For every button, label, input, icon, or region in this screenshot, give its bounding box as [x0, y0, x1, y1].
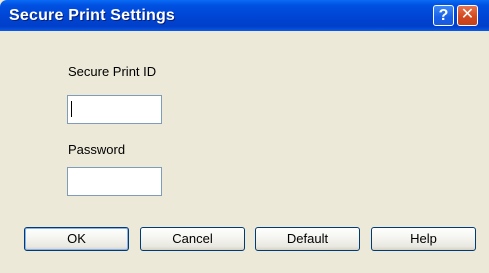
- text-caret: [71, 101, 72, 117]
- password-label: Password: [68, 142, 126, 157]
- window-title: Secure Print Settings: [9, 7, 176, 24]
- ok-button[interactable]: OK: [24, 227, 129, 251]
- default-button[interactable]: Default: [255, 227, 360, 251]
- secure-print-id-input[interactable]: [67, 95, 162, 124]
- close-x-icon: ✕: [460, 6, 475, 23]
- cancel-button[interactable]: Cancel: [140, 227, 245, 251]
- secure-print-id-label: Secure Print ID: [68, 64, 157, 79]
- secure-print-settings-dialog: Secure Print Settings ? ✕ Secure Print I…: [0, 0, 489, 273]
- title-close-button[interactable]: ✕: [457, 5, 478, 26]
- title-help-button[interactable]: ?: [433, 5, 454, 26]
- question-mark-icon: ?: [438, 7, 449, 24]
- help-button[interactable]: Help: [371, 227, 476, 251]
- title-bar[interactable]: Secure Print Settings ? ✕: [0, 0, 489, 31]
- password-input[interactable]: [67, 167, 162, 196]
